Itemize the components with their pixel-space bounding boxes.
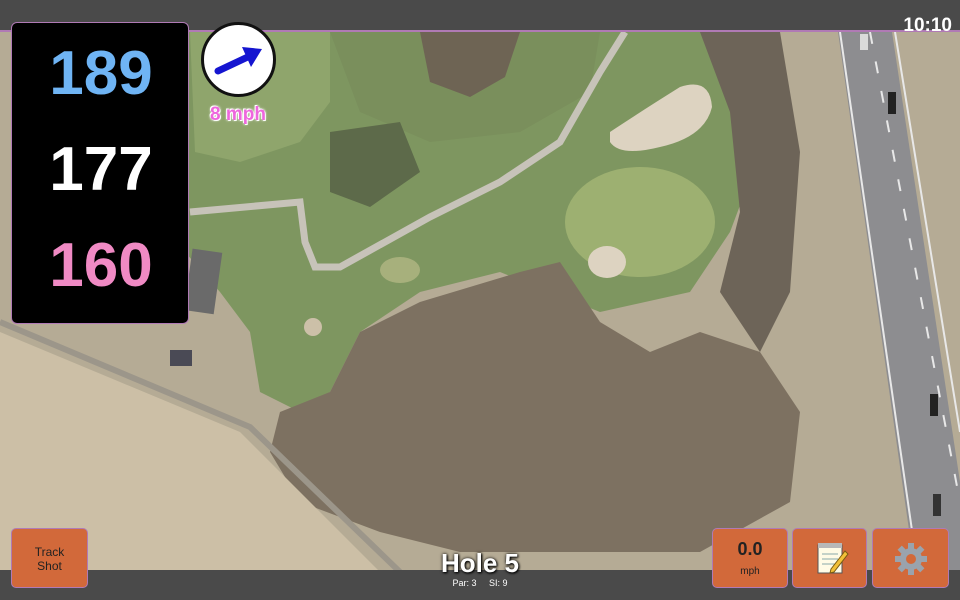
speed-unit: mph <box>740 566 760 577</box>
notes-button[interactable] <box>792 528 867 588</box>
front-distance: 160 <box>49 231 153 300</box>
middle-distance: 177 <box>49 135 153 204</box>
track-shot-label-line1: Track <box>34 545 65 559</box>
arrow-right-icon <box>214 47 262 75</box>
wind-direction-dial <box>201 22 276 97</box>
gear-icon <box>895 543 927 575</box>
hole-details: Par: 3 SI: 9 <box>400 578 560 588</box>
back-distance: 189 <box>49 39 153 108</box>
speed-value: 0.0 <box>737 539 763 559</box>
settings-button[interactable] <box>872 528 949 588</box>
hole-title: Hole 5 <box>440 548 520 578</box>
wind-speed-label: 8 mph <box>210 104 266 125</box>
golf-gps-screen: 189 177 160 8 mph 10:10 Track Shot Hole … <box>0 0 960 600</box>
track-shot-button[interactable]: Track Shot <box>11 528 88 588</box>
clock: 10:10 <box>903 15 952 36</box>
distance-panel: 189 177 160 <box>11 22 189 324</box>
track-shot-label-line2: Shot <box>37 559 62 573</box>
notepad-icon <box>817 543 849 574</box>
hole-par: Par: 3 <box>452 578 477 588</box>
hole-stroke-index: SI: 9 <box>489 578 508 588</box>
speed-button[interactable]: 0.0 mph <box>712 528 788 588</box>
